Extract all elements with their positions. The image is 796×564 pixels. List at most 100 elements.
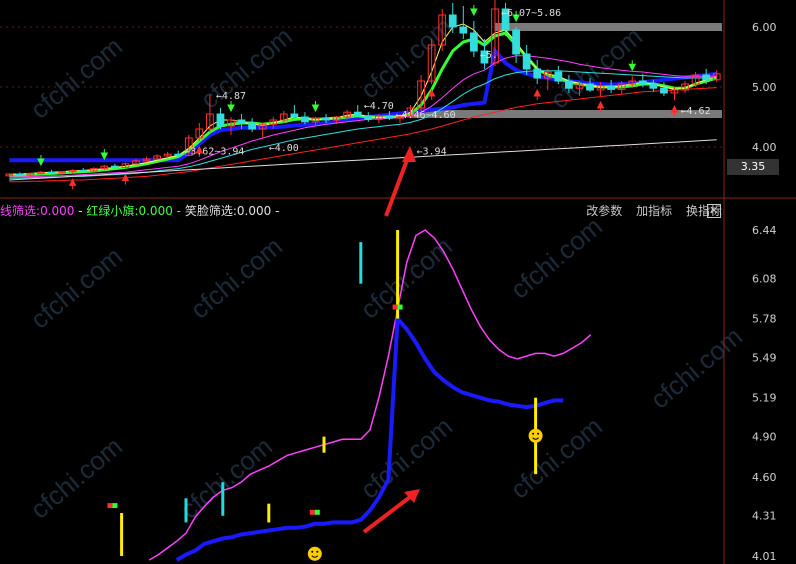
- watermark-text: cfchi.com: [355, 231, 458, 325]
- price-annotation: ←4.46~4.60: [395, 110, 455, 121]
- signal-bar: [359, 242, 363, 284]
- watermark-text: cfchi.com: [25, 241, 128, 335]
- buy-arrow-icon: [121, 173, 130, 185]
- y-tick-label: 5.00: [752, 81, 777, 94]
- candle-body: [533, 68, 542, 79]
- sell-arrow-icon: [227, 101, 235, 113]
- candle-body: [638, 80, 647, 85]
- candle-body: [522, 53, 531, 70]
- candle-body: [110, 165, 119, 168]
- candle-body: [385, 115, 394, 119]
- signal-bar: [120, 513, 124, 556]
- change-params-button[interactable]: 改参数: [586, 204, 622, 218]
- flag-icon: [107, 503, 113, 509]
- watermark-text: cfchi.com: [25, 431, 128, 525]
- candle-body: [459, 26, 468, 34]
- price-axes: 6.00 5.00 4.00 6.44 6.08 5.78 5.49 5.19 4.90 4.60…: [752, 21, 777, 563]
- main-price-panel[interactable]: ←4.87 ←3.62~3.94 ←4.00 ←4.70←4.46~4.60 ←3.94…: [5, 0, 722, 190]
- flag-icon: [112, 503, 118, 509]
- indicator-separator: -: [275, 204, 280, 218]
- candle-body: [290, 113, 299, 118]
- y-tick-label: 6.00: [752, 21, 777, 34]
- candle-body: [364, 115, 373, 120]
- signal-bar: [184, 498, 188, 523]
- candle-body: [554, 71, 563, 82]
- current-price-tag: 3.35: [727, 159, 779, 175]
- candle-body: [353, 111, 362, 117]
- candle-body: [47, 171, 56, 174]
- watermark-text: cfchi.com: [505, 411, 608, 505]
- y-tick-label: 4.00: [752, 141, 777, 154]
- candle-body: [660, 87, 668, 94]
- smiley-eye: [532, 432, 535, 435]
- watermark-text: cfchi.com: [645, 321, 748, 415]
- price-annotation: ←6.07~5.86: [501, 8, 561, 19]
- candle-body: [79, 169, 88, 172]
- y-tick-label: 4.01: [752, 550, 777, 563]
- price-annotation: ←4.70: [364, 101, 394, 112]
- signal-bar: [322, 436, 326, 453]
- indicator-separator: -: [78, 204, 83, 218]
- stock-chart-canvas: cfchi.com cfchi.com cfchi.com cfchi.com cfch…: [0, 0, 796, 564]
- watermark-text: cfchi.com: [185, 231, 288, 325]
- watermark-text: cfchi.com: [505, 211, 608, 305]
- candle-body: [607, 85, 616, 90]
- flag-icon: [392, 304, 398, 310]
- y-tick-label: 6.08: [752, 272, 777, 285]
- candle-body: [237, 119, 246, 124]
- smiley-icon: [528, 428, 543, 443]
- annotation-arrowhead-icon: [402, 146, 416, 162]
- smiley-eye: [537, 432, 540, 435]
- buy-arrow-icon: [68, 178, 77, 190]
- candle-body: [301, 116, 309, 123]
- price-annotation: ←4.62: [680, 106, 710, 117]
- flag-icon: [309, 509, 315, 515]
- candle-body: [702, 74, 711, 81]
- candle-body: [649, 83, 658, 89]
- price-annotation: ←3.62~3.94: [184, 147, 244, 158]
- sell-arrow-icon: [100, 149, 109, 161]
- indicator-separator: -: [176, 204, 182, 218]
- watermark-text: cfchi.com: [355, 411, 458, 505]
- indicator-menu: 改参数 加指标 换指标: [576, 202, 722, 220]
- y-tick-label: 5.19: [752, 392, 777, 405]
- price-annotation: ←5.: [480, 50, 498, 61]
- indicator-name-smiley: 笑脸筛选: [184, 204, 233, 218]
- candle-body: [512, 29, 520, 55]
- watermark-text: cfchi.com: [25, 31, 128, 125]
- flag-icon: [397, 304, 403, 310]
- y-tick-label: 5.78: [752, 313, 777, 326]
- resistance-band: [494, 23, 722, 31]
- indicator-name-flag: 红绿小旗: [86, 204, 135, 218]
- y-tick-label: 4.90: [752, 431, 777, 444]
- candle-body: [174, 153, 183, 156]
- price-annotation: ←4.00: [269, 143, 299, 154]
- add-indicator-button[interactable]: 加指标: [636, 204, 672, 218]
- candle-body: [216, 113, 225, 127]
- buy-arrow-icon: [533, 88, 542, 100]
- candle-body: [15, 173, 24, 176]
- flag-icon: [314, 509, 320, 515]
- candle-body: [248, 122, 257, 130]
- watermark-text: cfchi.com: [175, 431, 278, 525]
- indicator-name-line-filter: 线筛选: [0, 204, 37, 218]
- price-annotation: ←3.94: [417, 147, 447, 158]
- smiley-eye: [316, 550, 319, 553]
- sell-arrow-icon: [628, 60, 637, 72]
- indicator-value-line-filter: 0.000: [40, 204, 75, 218]
- y-tick-label: 4.60: [752, 471, 777, 484]
- sell-arrow-icon: [470, 5, 478, 17]
- price-annotation: ←4.87: [216, 91, 246, 102]
- y-tick-label: 6.44: [752, 224, 777, 237]
- candle-body: [448, 14, 457, 28]
- indicator-value-smiley: 0.000: [236, 204, 272, 218]
- y-tick-label: 4.31: [752, 510, 777, 523]
- sell-arrow-icon: [37, 155, 45, 167]
- y-tick-label: 5.49: [752, 351, 777, 364]
- watermark-layer: cfchi.com cfchi.com cfchi.com cfchi.com cfch…: [25, 11, 748, 525]
- sell-arrow-icon: [311, 101, 320, 113]
- candle-body: [322, 117, 330, 121]
- candle-body: [469, 32, 478, 52]
- signal-bar: [221, 482, 225, 516]
- close-icon[interactable]: ✕: [707, 204, 721, 218]
